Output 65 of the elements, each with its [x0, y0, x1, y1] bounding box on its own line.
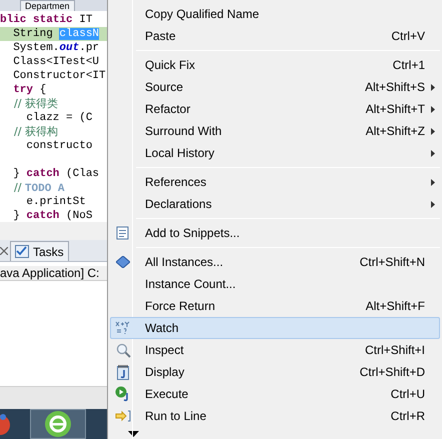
code-text: IT	[79, 14, 92, 26]
code-text: // 获得构	[12, 125, 58, 138]
menu-item[interactable]: Instance Count...	[110, 273, 440, 295]
code-text: TODO A	[24, 183, 65, 195]
menu-item[interactable]: Run to Line Ctrl+R	[110, 405, 440, 427]
code-text: {	[40, 84, 46, 96]
code-text: classN	[59, 28, 100, 40]
code-text: Class<ITest<U	[12, 56, 100, 68]
menu-item[interactable]: Display Ctrl+Shift+D	[110, 361, 440, 383]
menu-item[interactable]: Force Return Alt+Shift+F	[110, 295, 440, 317]
menu-item[interactable]: Local History	[110, 142, 440, 164]
tasks-tab[interactable]: Tasks	[10, 241, 69, 261]
menu-item[interactable]: Surround With Alt+Shift+Z	[110, 120, 440, 142]
clipboard-icon	[116, 226, 130, 240]
code-text: out	[59, 42, 80, 54]
code-text: catch	[26, 168, 60, 180]
submenu-arrow-icon	[431, 150, 435, 156]
run-icon	[115, 386, 131, 402]
menu-item[interactable]: Copy Qualified Name	[110, 3, 440, 25]
submenu-arrow-icon	[431, 200, 435, 208]
menu-item[interactable]: Declarations	[110, 193, 440, 215]
submenu-arrow-icon	[431, 106, 435, 112]
app-icon[interactable]	[0, 411, 10, 437]
arrow-icon	[115, 410, 131, 422]
menu-item[interactable]: Add to Snippets...	[110, 222, 440, 244]
search-icon	[116, 342, 130, 358]
code-text: System.	[12, 42, 60, 54]
code-text: Constructor<IT	[12, 70, 106, 82]
submenu-arrow-icon	[431, 128, 435, 134]
code-text: String	[12, 28, 54, 40]
code-text: catch	[26, 210, 60, 222]
menu-item[interactable]: Refactor Alt+Shift+T	[110, 98, 440, 120]
code-text: // 获得类	[12, 97, 58, 110]
code-text: //	[12, 181, 22, 194]
expression-icon	[115, 321, 131, 335]
browser-icon	[44, 410, 72, 438]
code-text: blic	[0, 14, 28, 26]
code-text: constructo	[25, 140, 92, 152]
menu-item[interactable]: All Instances... Ctrl+Shift+N	[110, 251, 440, 273]
diamond-icon	[116, 256, 130, 268]
document-icon	[117, 364, 129, 380]
code-text: e.printSt	[25, 196, 86, 208]
checklist-icon	[15, 245, 29, 258]
menu-item[interactable]: Quick Fix Ctrl+1	[110, 54, 440, 76]
menu-item[interactable]: Inspect Ctrl+Shift+I	[110, 339, 440, 361]
code-text: (NoS	[66, 210, 92, 222]
submenu-arrow-icon	[431, 178, 435, 186]
browser-taskbar-button[interactable]	[30, 409, 86, 439]
code-text: }	[12, 210, 21, 222]
code-text: static	[33, 14, 74, 26]
code-text: .pr	[79, 42, 100, 54]
code-text: }	[12, 168, 21, 180]
menu-item[interactable]: Watch	[110, 317, 440, 339]
menu-item[interactable]: Execute Ctrl+U	[110, 383, 440, 405]
code-text: (Clas	[66, 168, 100, 180]
scroll-down-arrow-icon[interactable]	[128, 431, 139, 437]
menu-item[interactable]: Paste Ctrl+V	[110, 25, 440, 47]
console-title: ava Application] C:	[0, 266, 107, 281]
menu-item[interactable]: References	[110, 171, 440, 193]
close-icon[interactable]	[0, 247, 8, 255]
code-text: try	[12, 84, 34, 96]
editor-tab[interactable]: Departmen	[20, 0, 75, 11]
code-text: clazz = (C	[25, 112, 92, 124]
submenu-arrow-icon	[431, 84, 435, 90]
menu-item[interactable]: Source Alt+Shift+S	[110, 76, 440, 98]
